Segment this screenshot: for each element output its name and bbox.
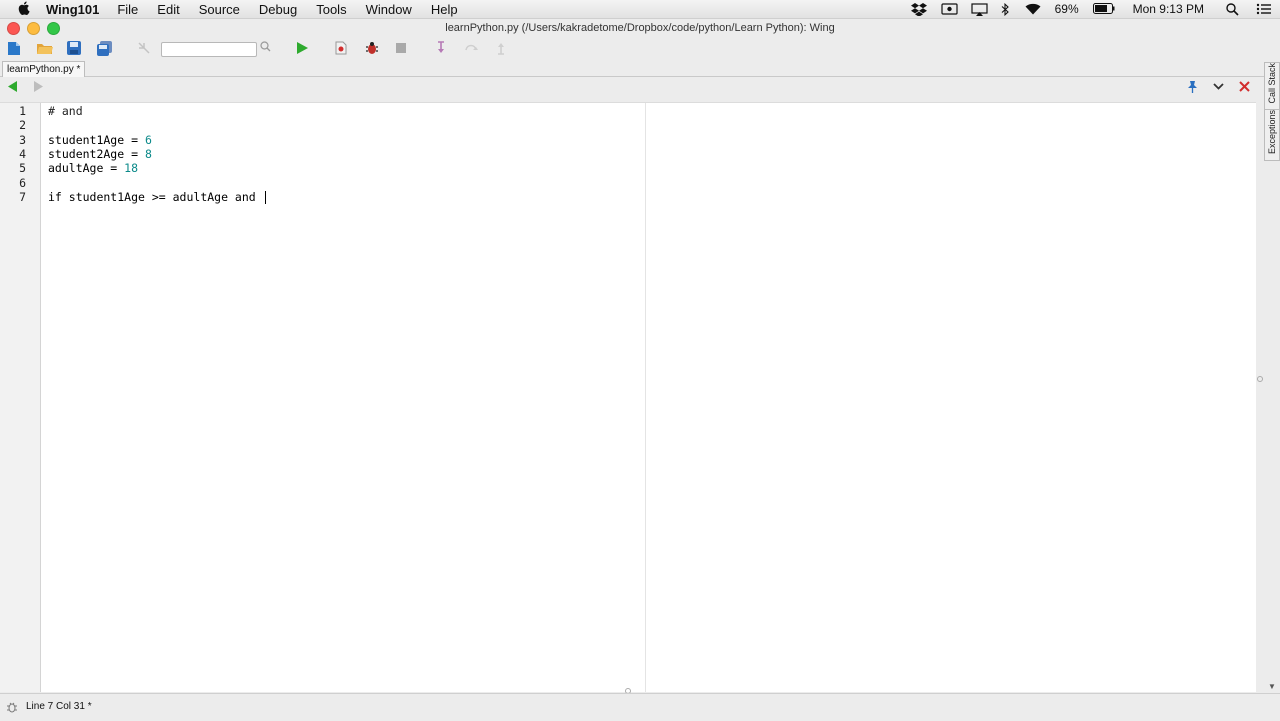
line-number: 2: [19, 118, 26, 132]
save-icon[interactable]: [67, 41, 83, 57]
code-line: student1Age = 6: [48, 133, 152, 147]
line-number: 5: [19, 161, 26, 175]
search-input[interactable]: [161, 42, 257, 57]
code-text: adultAge =: [48, 161, 125, 175]
code-editor[interactable]: 1 2 3 4 5 6 7 # and student1Age = 6 stud…: [0, 102, 1256, 692]
search-back-icon[interactable]: [137, 41, 153, 57]
close-editor-icon[interactable]: [1239, 81, 1250, 95]
splitter-handle[interactable]: [1257, 376, 1263, 382]
menu-edit[interactable]: Edit: [157, 2, 179, 17]
airplay-icon[interactable]: [970, 3, 988, 16]
cursor-position: Line 7 Col 31 *: [26, 701, 92, 712]
number-literal: 8: [144, 147, 152, 161]
editor-tab-bar: learnPython.py *: [0, 61, 1280, 77]
new-file-icon[interactable]: [7, 41, 23, 57]
battery-percent: 69%: [1054, 2, 1079, 16]
code-text: student2Age =: [48, 147, 145, 161]
back-arrow-icon[interactable]: [8, 81, 18, 95]
line-number: 6: [19, 176, 26, 190]
bug-status-icon[interactable]: [6, 701, 18, 721]
dropbox-icon[interactable]: [910, 3, 927, 17]
battery-icon[interactable]: [1092, 3, 1115, 15]
toolbar: [0, 38, 1280, 60]
search-icon[interactable]: [260, 41, 271, 55]
code-text: if student1Age >= adultAge and: [48, 190, 263, 204]
number-literal: 6: [144, 133, 152, 147]
line-number: 7: [19, 190, 26, 204]
number-literal: 18: [124, 161, 139, 175]
save-all-icon[interactable]: [97, 41, 113, 57]
panel-divider: [0, 693, 1280, 694]
run-to-cursor-icon[interactable]: [334, 41, 350, 57]
debug-bug-icon[interactable]: [365, 41, 381, 57]
open-folder-icon[interactable]: [37, 41, 53, 57]
stop-icon[interactable]: [395, 41, 411, 57]
window-title: learnPython.py (/Users/kakradetome/Dropb…: [445, 22, 835, 34]
forward-arrow-icon[interactable]: [33, 81, 43, 95]
line-number: 3: [19, 133, 26, 147]
editor-nav-row: [0, 78, 1280, 100]
bluetooth-icon[interactable]: [1001, 2, 1011, 17]
menu-source[interactable]: Source: [199, 2, 240, 17]
step-out-icon[interactable]: [494, 41, 510, 57]
tab-exceptions[interactable]: Exceptions: [1264, 109, 1280, 161]
step-into-icon[interactable]: [434, 41, 450, 57]
text-cursor: [264, 191, 266, 204]
menu-window[interactable]: Window: [366, 2, 412, 17]
line-number: 4: [19, 147, 26, 161]
step-over-icon[interactable]: [464, 41, 480, 57]
menu-tools[interactable]: Tools: [316, 2, 346, 17]
pin-icon[interactable]: [1187, 81, 1198, 96]
notification-center-icon[interactable]: [1256, 3, 1272, 15]
chevron-down-icon[interactable]: [1213, 81, 1224, 95]
clock[interactable]: Mon 9:13 PM: [1133, 2, 1204, 16]
run-icon[interactable]: [295, 41, 311, 57]
scroll-down-icon[interactable]: ▼: [1268, 682, 1276, 691]
menu-debug[interactable]: Debug: [259, 2, 297, 17]
wifi-icon[interactable]: [1025, 3, 1041, 15]
exceptions-label: Exceptions: [1267, 110, 1277, 155]
status-bar: Line 7 Col 31 *: [0, 697, 1280, 717]
tab-learnpython[interactable]: learnPython.py *: [2, 61, 86, 77]
code-line: student2Age = 8: [48, 147, 152, 161]
menu-file[interactable]: File: [117, 2, 138, 17]
code-line: adultAge = 18: [48, 161, 138, 175]
menu-help[interactable]: Help: [431, 2, 458, 17]
line-number: 1: [19, 104, 26, 118]
screen-record-icon[interactable]: [940, 3, 958, 15]
code-line: # and: [48, 104, 83, 118]
call-stack-label: Call Stack: [1267, 63, 1277, 104]
edge-guide-line: [645, 103, 646, 692]
comment-text: # and: [48, 104, 83, 118]
code-text: student1Age =: [48, 133, 145, 147]
status-menus: 69% Mon 9:13 PM: [910, 0, 1272, 18]
app-menu[interactable]: Wing101: [46, 2, 99, 17]
spotlight-search-icon[interactable]: [1226, 3, 1242, 16]
tab-call-stack[interactable]: Call Stack: [1264, 62, 1280, 110]
menu-bar: Wing101 File Edit Source Debug Tools Win…: [0, 0, 1280, 19]
line-number-gutter: 1 2 3 4 5 6 7: [0, 103, 41, 692]
apple-menu-icon[interactable]: [18, 1, 32, 17]
code-line: if student1Age >= adultAge and: [48, 190, 266, 204]
